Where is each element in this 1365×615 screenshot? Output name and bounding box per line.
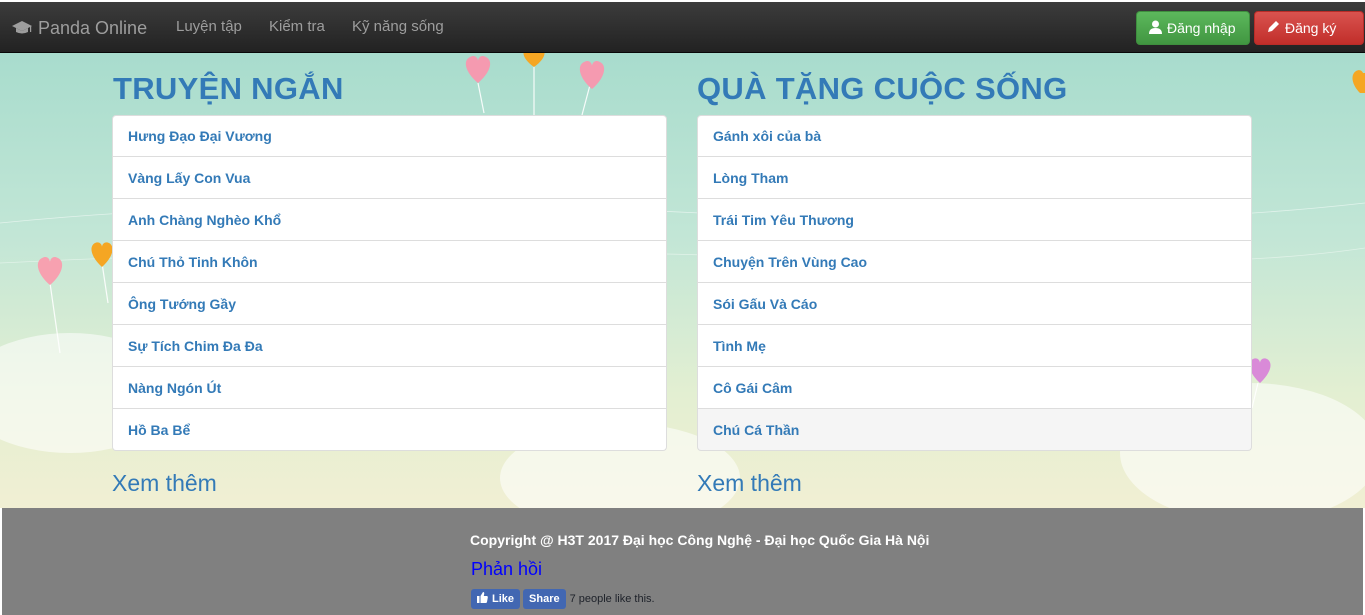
top-navbar: Panda Online Luyện tập Kiểm tra Kỹ năng … [0,0,1365,53]
like-label: Like [492,593,515,605]
like-count-text: 7 people like this. [569,593,655,605]
footer: Copyright @ H3T 2017 Đại học Công Nghệ -… [2,508,1363,615]
list-item[interactable]: Gánh xôi của bà [697,115,1252,157]
list-item[interactable]: Vàng Lấy Con Vua [112,157,667,199]
nav-link-practice[interactable]: Luyện tập [176,18,242,35]
list-item[interactable]: Nàng Ngón Út [112,367,667,409]
life-gifts-list: Gánh xôi của bà Lòng Tham Trái Tim Yêu T… [697,115,1252,451]
user-icon [1149,20,1162,37]
short-stories-title: TRUYỆN NGẮN [113,71,344,106]
see-more-life-gifts-link[interactable]: Xem thêm [697,470,802,497]
main-content: TRUYỆN NGẮN Hưng Đạo Đại Vương Vàng Lấy … [0,53,1365,508]
register-button[interactable]: Đăng ký [1254,11,1364,45]
list-item[interactable]: Chú Thỏ Tinh Khôn [112,241,667,283]
life-gifts-title: QUÀ TẶNG CUỘC SỐNG [697,71,1068,106]
list-item[interactable]: Chú Cá Thần [697,409,1252,451]
graduation-cap-icon [12,20,32,36]
facebook-share-button[interactable]: Share [523,589,566,609]
thumbs-up-icon [477,592,488,606]
nav-link-life-skills[interactable]: Kỹ năng sống [352,18,444,35]
facebook-like-button[interactable]: Like [471,589,521,609]
login-button[interactable]: Đăng nhập [1136,11,1250,45]
list-item[interactable]: Trái Tim Yêu Thương [697,199,1252,241]
list-item[interactable]: Cô Gái Câm [697,367,1252,409]
list-item[interactable]: Hưng Đạo Đại Vương [112,115,667,157]
list-item[interactable]: Tình Mẹ [697,325,1252,367]
list-item[interactable]: Lòng Tham [697,157,1252,199]
see-more-short-stories-link[interactable]: Xem thêm [112,470,217,497]
pencil-icon [1267,20,1280,36]
brand-link[interactable]: Panda Online [12,16,147,40]
list-item[interactable]: Anh Chàng Nghèo Khổ [112,199,667,241]
facebook-like-widget: Like Share 7 people like this. [471,589,655,609]
list-item[interactable]: Chuyện Trên Vùng Cao [697,241,1252,283]
nav-link-test[interactable]: Kiểm tra [269,18,325,35]
feedback-link[interactable]: Phản hồi [471,559,542,580]
brand-label: Panda Online [38,17,148,38]
register-label: Đăng ký [1285,20,1337,36]
list-item[interactable]: Ông Tướng Gầy [112,283,667,325]
copyright-text: Copyright @ H3T 2017 Đại học Công Nghệ -… [470,532,930,548]
list-item[interactable]: Sói Gấu Và Cáo [697,283,1252,325]
list-item[interactable]: Hồ Ba Bể [112,409,667,451]
login-label: Đăng nhập [1167,20,1236,36]
list-item[interactable]: Sự Tích Chim Đa Đa [112,325,667,367]
short-stories-list: Hưng Đạo Đại Vương Vàng Lấy Con Vua Anh … [112,115,667,451]
